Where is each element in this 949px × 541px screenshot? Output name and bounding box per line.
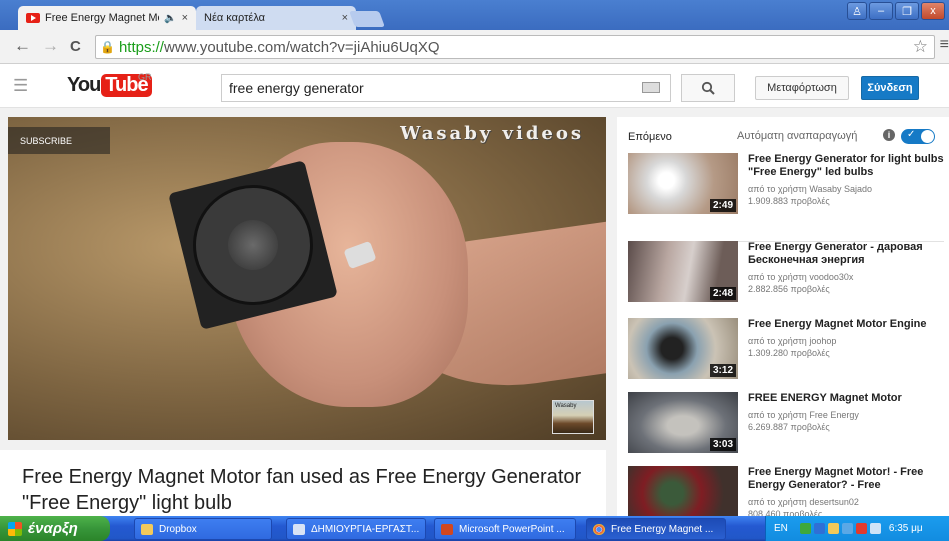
subscribe-overlay-button[interactable]: SUBSCRIBE (8, 127, 110, 154)
address-bar[interactable]: 🔒 https:// www.youtube.com/watch?v=jiAhi… (95, 35, 935, 59)
channel-logo-text: Wasaby (555, 403, 577, 409)
browser-tab-strip: Free Energy Magnet Mot 🔈 × Νέα καρτέλα ×… (0, 0, 949, 30)
screen: Free Energy Magnet Mot 🔈 × Νέα καρτέλα ×… (0, 0, 949, 541)
video-thumbnail[interactable]: 2:49 (628, 153, 738, 214)
tab-youtube-video[interactable]: Free Energy Magnet Mot 🔈 × (18, 6, 196, 30)
related-video-title[interactable]: Free Energy Magnet Motor Engine (748, 318, 948, 331)
task-label: ΔΗΜΙΟΥΡΓΙΑ-ΕΡΓΑΣΤ... (311, 523, 420, 535)
clock[interactable]: 6:35 μμ (889, 523, 923, 534)
tab-close-icon[interactable]: × (182, 12, 188, 24)
language-indicator[interactable]: EN (774, 523, 788, 534)
windows-taskbar: έναρξη Dropbox ΔΗΜΙΟΥΡΓΙΑ-ΕΡΓΑΣΤ... Micr… (0, 516, 949, 541)
duration-badge: 3:12 (709, 364, 736, 377)
related-video-title[interactable]: FREE ENERGY Magnet Motor (748, 392, 948, 405)
keyboard-icon[interactable] (642, 82, 660, 93)
video-thumbnail[interactable]: 3:12 (628, 318, 738, 379)
taskbar-item-dropbox[interactable]: Dropbox (134, 518, 272, 540)
autoplay-label: Αυτόματη αναπαραγωγή (737, 130, 858, 142)
task-label: Microsoft PowerPoint ... (459, 523, 565, 535)
network-icon[interactable] (799, 523, 811, 534)
minimize-button[interactable]: – (869, 2, 893, 20)
explorer-icon (293, 523, 305, 535)
update-icon[interactable] (841, 523, 853, 534)
windows-logo-icon (8, 521, 22, 536)
related-video-item[interactable]: 3:12 Free Energy Magnet Motor Engine από… (628, 318, 948, 380)
display-icon[interactable] (869, 523, 881, 534)
related-video-views: 2.882.856 προβολές (748, 284, 830, 294)
browser-toolbar: ← → C 🔒 https:// www.youtube.com/watch?v… (0, 30, 949, 64)
chrome-icon (593, 523, 605, 535)
close-window-button[interactable]: x (921, 2, 945, 20)
start-label: έναρξη (28, 520, 78, 537)
channel-watermark: Wasaby videos (400, 123, 584, 144)
youtube-masthead: ☰ You Tube GR free energy generator Μετα… (0, 64, 949, 108)
system-tray: EN 6:35 μμ (765, 516, 949, 541)
info-icon[interactable]: i (883, 129, 895, 141)
forward-button[interactable]: → (42, 36, 59, 56)
url-scheme: https:// (118, 38, 164, 56)
tab-title: Free Energy Magnet Mot (45, 12, 160, 24)
dropbox-tray-icon[interactable] (827, 523, 839, 534)
window-controls: ♙ – ❐ x (847, 2, 945, 20)
search-input[interactable]: free energy generator (221, 74, 671, 102)
lock-icon: 🔒 (100, 40, 115, 54)
related-video-views: 1.909.883 προβολές (748, 196, 830, 206)
bookmark-star-icon[interactable]: ☆ (913, 37, 928, 57)
taskbar-item-powerpoint[interactable]: Microsoft PowerPoint ... (434, 518, 576, 540)
task-label: Free Energy Magnet ... (611, 523, 714, 535)
related-video-views: 6.269.887 προβολές (748, 422, 830, 432)
related-video-title[interactable]: Free Energy Generator for light bulbs "F… (748, 153, 948, 179)
tab-close-icon[interactable]: × (342, 12, 348, 24)
related-video-author: από το χρήστη Free Energy (748, 410, 859, 420)
related-video-item[interactable]: 2:48 Free Energy Generator - даровая Бес… (628, 241, 948, 303)
sign-in-button[interactable]: Σύνδεση (861, 76, 919, 100)
back-button[interactable]: ← (14, 36, 31, 56)
video-thumbnail[interactable]: 2:48 (628, 241, 738, 302)
new-tab-button[interactable] (349, 11, 385, 27)
search-icon (701, 81, 715, 95)
taskbar-item-chrome[interactable]: Free Energy Magnet ... (586, 518, 726, 540)
tab-new-tab[interactable]: Νέα καρτέλα × (196, 6, 356, 30)
video-thumbnail[interactable]: 3:03 (628, 392, 738, 453)
country-code: GR (138, 72, 152, 82)
folder-icon (141, 523, 153, 535)
up-next-label: Επόμενο (628, 131, 672, 143)
autoplay-toggle[interactable] (901, 129, 935, 144)
related-video-author: από το χρήστη Wasaby Sajado (748, 184, 873, 194)
related-video-item[interactable]: 3:03 FREE ENERGY Magnet Motor από το χρή… (628, 392, 948, 454)
duration-badge: 2:49 (709, 199, 736, 212)
video-title: Free Energy Magnet Motor fan used as Fre… (22, 466, 582, 514)
related-video-title[interactable]: Free Energy Generator - даровая Бесконеч… (748, 241, 948, 267)
tray-icons (799, 523, 881, 534)
related-video-author: από το χρήστη desertsun02 (748, 497, 859, 507)
chrome-menu-icon[interactable]: ≡ (940, 36, 949, 54)
related-video-item[interactable]: 2:49 Free Energy Generator for light bul… (628, 153, 948, 215)
speaker-icon[interactable]: 🔈 (164, 13, 176, 24)
channel-logo-overlay[interactable]: Wasaby (552, 400, 594, 434)
duration-badge: 3:03 (709, 438, 736, 451)
reload-button[interactable]: C (70, 38, 81, 55)
taskbar-item-folder[interactable]: ΔΗΜΙΟΥΡΓΙΑ-ΕΡΓΑΣΤ... (286, 518, 426, 540)
related-videos-sidebar: Επόμενο Αυτόματη αναπαραγωγή i 2:49 Free… (617, 117, 949, 541)
user-profile-button[interactable]: ♙ (847, 2, 867, 20)
maximize-button[interactable]: ❐ (895, 2, 919, 20)
guide-menu-icon[interactable]: ☰ (13, 76, 28, 96)
powerpoint-icon (441, 523, 453, 535)
youtube-favicon-icon (26, 13, 40, 23)
related-video-author: από το χρήστη joohop (748, 336, 837, 346)
video-player[interactable]: SUBSCRIBE Wasaby videos Wasaby (8, 117, 606, 440)
logo-you-text: You (67, 74, 101, 96)
antivirus-icon[interactable] (855, 523, 867, 534)
related-video-author: από το χρήστη voodoo30x (748, 272, 854, 282)
related-video-title[interactable]: Free Energy Magnet Motor! - Free Energy … (748, 466, 948, 492)
search-button[interactable] (681, 74, 735, 102)
duration-badge: 2:48 (709, 287, 736, 300)
upload-button[interactable]: Μεταφόρτωση (755, 76, 849, 100)
tab-title: Νέα καρτέλα (204, 12, 266, 24)
related-video-views: 1.309.280 προβολές (748, 348, 830, 358)
bluetooth-icon[interactable] (813, 523, 825, 534)
url-path: www.youtube.com/watch?v=jiAhiu6UqXQ (163, 38, 440, 56)
start-button[interactable]: έναρξη (0, 516, 110, 541)
task-label: Dropbox (159, 523, 197, 535)
